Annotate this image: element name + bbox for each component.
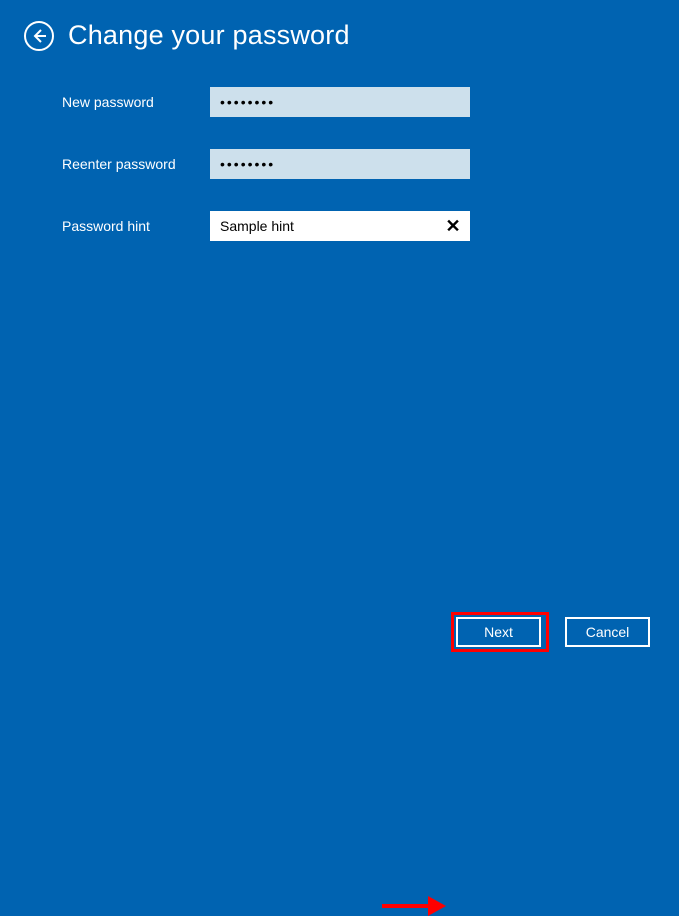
close-icon: ✕ <box>445 216 460 237</box>
footer-buttons: Next Cancel <box>456 617 650 647</box>
next-button[interactable]: Next <box>456 617 541 647</box>
password-form: New password Reenter password Password h… <box>0 87 679 241</box>
reenter-password-label: Reenter password <box>62 156 210 172</box>
password-hint-label: Password hint <box>62 218 210 234</box>
new-password-field-wrap <box>210 87 470 117</box>
page-title: Change your password <box>68 20 350 51</box>
password-hint-input[interactable] <box>210 211 470 241</box>
new-password-input[interactable] <box>210 87 470 117</box>
back-button[interactable] <box>24 21 54 51</box>
clear-hint-button[interactable]: ✕ <box>440 211 466 241</box>
cancel-button[interactable]: Cancel <box>565 617 650 647</box>
password-hint-field-wrap: ✕ <box>210 211 470 241</box>
reenter-password-field-wrap <box>210 149 470 179</box>
new-password-row: New password <box>62 87 679 117</box>
password-hint-row: Password hint ✕ <box>62 211 679 241</box>
arrow-left-icon <box>31 28 47 44</box>
reenter-password-input[interactable] <box>210 149 470 179</box>
new-password-label: New password <box>62 94 210 110</box>
header: Change your password <box>0 0 679 51</box>
reenter-password-row: Reenter password <box>62 149 679 179</box>
